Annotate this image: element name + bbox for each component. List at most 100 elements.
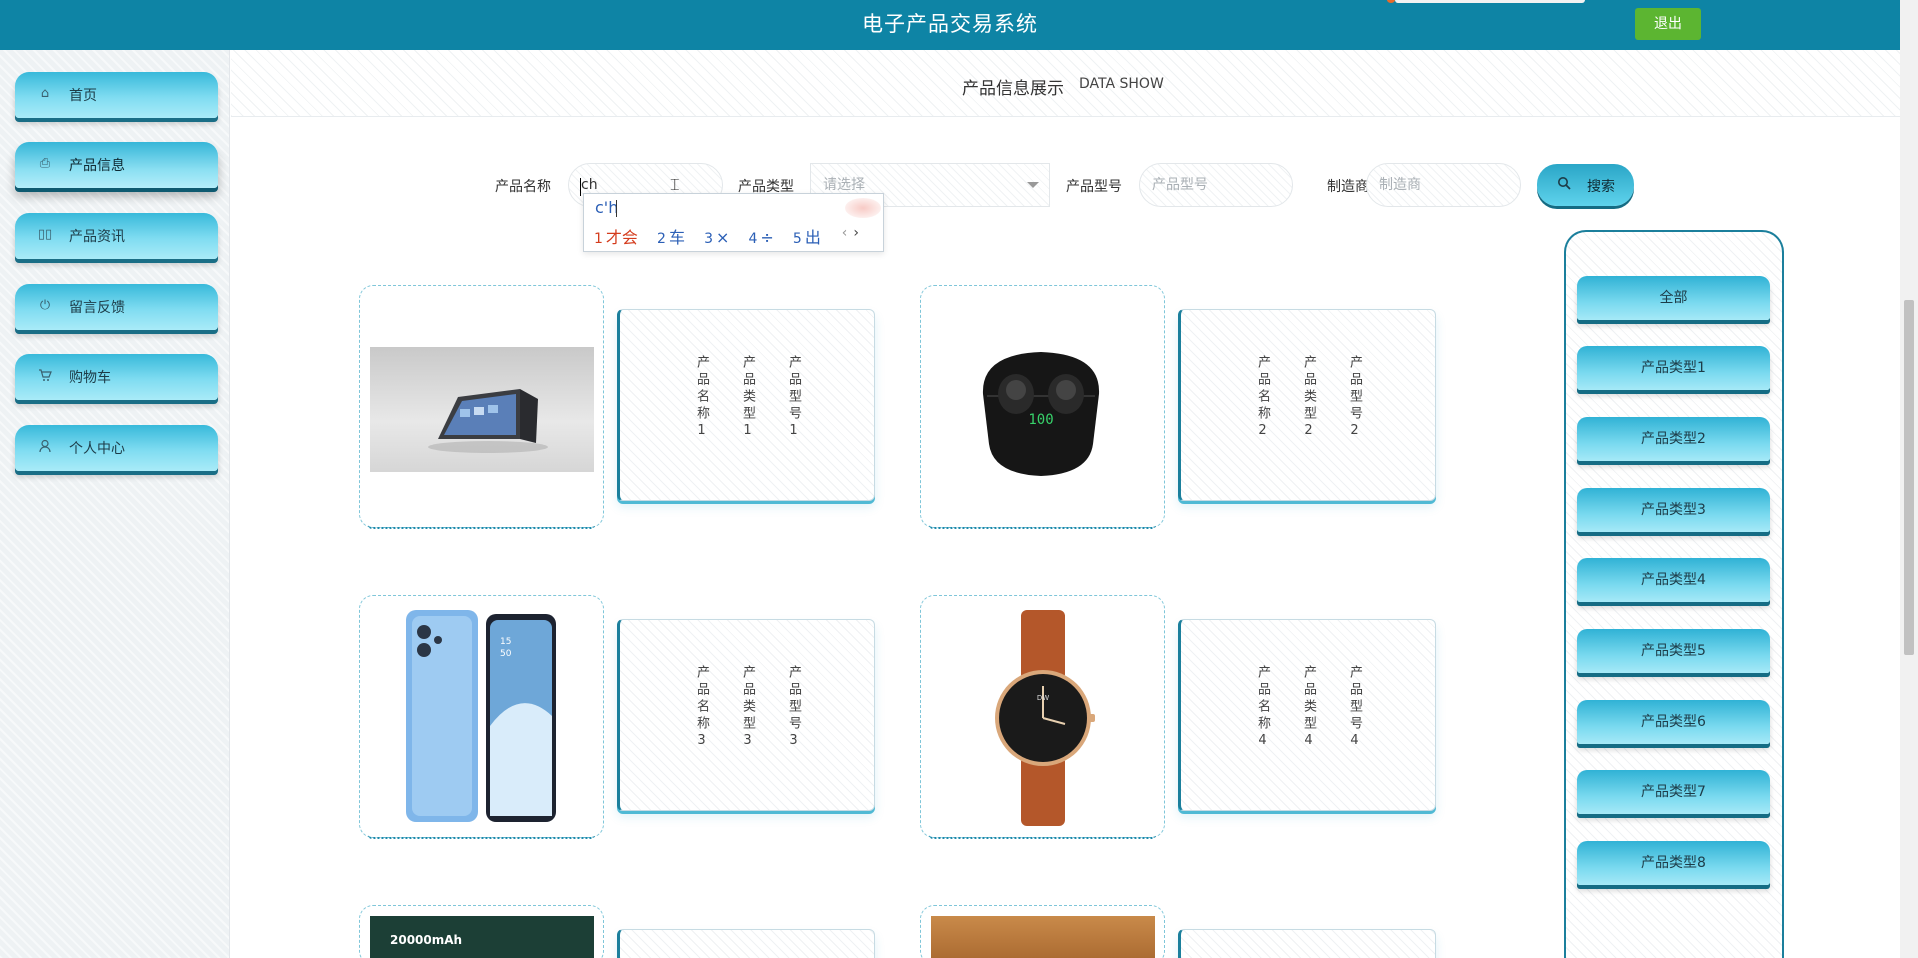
product-info-card[interactable]: 产品名称2 产品类型2 产品型号2 [1178, 309, 1436, 501]
tablet-stand-photo [370, 347, 594, 472]
earbuds-photo: 100 [961, 324, 1121, 489]
product-model-input[interactable]: 产品型号 [1139, 163, 1293, 207]
category-button[interactable]: 产品类型3 [1577, 488, 1770, 532]
sidebar-item-news[interactable]: ▯▯ 产品资讯 [15, 213, 218, 259]
sidebar-item-home[interactable]: ⌂ 首页 [15, 72, 218, 118]
product-type: 产品类型2 [1301, 355, 1316, 442]
section-header: 产品信息展示 DATA SHOW [231, 50, 1900, 117]
ime-candidate-popup: c'h 1 才会 2车 3 × 4 ÷ 5出 ‹ › [583, 193, 884, 252]
product-info-card[interactable]: 产品名称3 产品类型3 产品型号3 [617, 619, 875, 811]
svg-text:15: 15 [500, 637, 511, 647]
category-button[interactable]: 产品类型1 [1577, 346, 1770, 390]
product-image-card[interactable]: 15 50 [359, 595, 604, 839]
sidebar: ⌂ 首页 ⎙ 产品信息 ▯▯ 产品资讯 ⏻ 留言反馈 购物车 个人中心 [0, 50, 230, 958]
sidebar-item-label: 首页 [69, 88, 97, 104]
search-button-label: 搜索 [1587, 179, 1615, 195]
sidebar-item-label: 个人中心 [69, 441, 125, 457]
top-header: 电子产品交易系统 退出 [0, 0, 1900, 50]
sidebar-item-label: 购物车 [69, 370, 111, 386]
product-image-card[interactable] [359, 285, 604, 529]
section-title: 产品信息展示 [962, 79, 1064, 99]
category-button[interactable]: 产品类型5 [1577, 629, 1770, 673]
svg-text:50: 50 [500, 649, 512, 659]
product-info-card[interactable]: 产品名称4 产品类型4 产品型号4 [1178, 619, 1436, 811]
category-button[interactable]: 产品类型6 [1577, 700, 1770, 744]
wood-photo [931, 916, 1155, 958]
user-icon [37, 439, 53, 455]
home-icon: ⌂ [40, 86, 50, 101]
watch-photo: DW [961, 608, 1125, 828]
powerbank-photo: 20000mAh [370, 916, 594, 958]
chevron-right-icon[interactable]: › [853, 225, 859, 241]
product-name: 产品名称3 [694, 665, 709, 752]
category-all-button[interactable]: 全部 [1577, 276, 1770, 320]
chevron-left-icon[interactable]: ‹ [842, 225, 848, 241]
app-title: 电子产品交易系统 [862, 12, 1038, 36]
ime-decoration [845, 198, 881, 218]
product-image-card[interactable]: DW [920, 595, 1165, 839]
product-name-value: ch [581, 177, 598, 193]
ime-candidate[interactable]: 3 × [704, 228, 729, 247]
search-icon [1557, 176, 1571, 190]
sidebar-item-feedback[interactable]: ⏻ 留言反馈 [15, 284, 218, 330]
product-info-card[interactable] [617, 929, 875, 958]
product-model: 产品型号4 [1347, 665, 1362, 752]
product-name: 产品名称2 [1255, 355, 1270, 442]
manufacturer-placeholder: 制造商 [1379, 177, 1421, 193]
text-caret [580, 178, 581, 196]
product-model: 产品型号3 [786, 665, 801, 752]
sidebar-item-profile[interactable]: 个人中心 [15, 425, 218, 471]
ime-candidate[interactable]: 5出 [793, 228, 821, 247]
category-button[interactable]: 产品类型7 [1577, 770, 1770, 814]
printer-icon: ⎙ [39, 156, 51, 171]
svg-text:DW: DW [1037, 694, 1049, 702]
product-image-card[interactable]: 100 [920, 285, 1165, 529]
sidebar-item-label: 产品信息 [69, 158, 125, 174]
product-info-card[interactable] [1178, 929, 1436, 958]
ibeam-cursor-icon: ⌶ [670, 175, 680, 194]
category-button[interactable]: 产品类型4 [1577, 558, 1770, 602]
category-panel: 全部 产品类型1 产品类型2 产品类型3 产品类型4 产品类型5 产品类型6 产… [1564, 230, 1784, 958]
product-model-label: 产品型号 [1066, 179, 1122, 195]
product-image-card[interactable]: 20000mAh [359, 905, 604, 958]
page-scrollbar[interactable] [1900, 0, 1918, 958]
product-model-placeholder: 产品型号 [1152, 177, 1208, 193]
sidebar-item-cart[interactable]: 购物车 [15, 354, 218, 400]
smartphone-photo: 15 50 [400, 606, 564, 828]
product-name: 产品名称4 [1255, 665, 1270, 752]
product-type: 产品类型4 [1301, 665, 1316, 752]
product-model: 产品型号2 [1347, 355, 1362, 442]
power-icon: ⏻ [39, 298, 51, 313]
columns-icon: ▯▯ [37, 227, 53, 242]
product-name: 产品名称1 [694, 355, 709, 442]
product-type: 产品类型1 [740, 355, 755, 442]
product-type-placeholder: 请选择 [823, 177, 865, 193]
sidebar-item-label: 留言反馈 [69, 300, 125, 316]
product-name-label: 产品名称 [495, 179, 551, 195]
ime-candidates: 1 才会 2车 3 × 4 ÷ 5出 [594, 224, 835, 248]
category-button[interactable]: 产品类型8 [1577, 841, 1770, 885]
sidebar-item-label: 产品资讯 [69, 229, 125, 245]
ime-page-arrows: ‹ › [842, 225, 859, 241]
product-info-card[interactable]: 产品名称1 产品类型1 产品型号1 [617, 309, 875, 501]
scrollbar-thumb[interactable] [1904, 300, 1914, 655]
manufacturer-input[interactable]: 制造商 [1366, 163, 1521, 207]
ime-composition: c'h [595, 198, 619, 217]
ime-candidate[interactable]: 1 才会 [594, 228, 638, 247]
search-button[interactable]: 搜索 [1537, 164, 1634, 206]
ime-caret [616, 200, 617, 217]
product-image-card[interactable] [920, 905, 1165, 958]
svg-text:100: 100 [1028, 412, 1053, 428]
product-type: 产品类型3 [740, 665, 755, 752]
cart-icon [37, 368, 53, 384]
sidebar-item-products[interactable]: ⎙ 产品信息 [15, 142, 218, 188]
category-button[interactable]: 产品类型2 [1577, 417, 1770, 461]
logout-button[interactable]: 退出 [1635, 8, 1701, 40]
product-model: 产品型号1 [786, 355, 801, 442]
powerbank-photo-text: 20000mAh [390, 933, 463, 947]
section-subtitle: DATA SHOW [1079, 76, 1164, 92]
manufacturer-label: 制造商 [1327, 179, 1369, 195]
chevron-down-icon [1027, 182, 1039, 188]
ime-candidate[interactable]: 2车 [657, 228, 685, 247]
ime-candidate[interactable]: 4 ÷ [748, 228, 773, 247]
